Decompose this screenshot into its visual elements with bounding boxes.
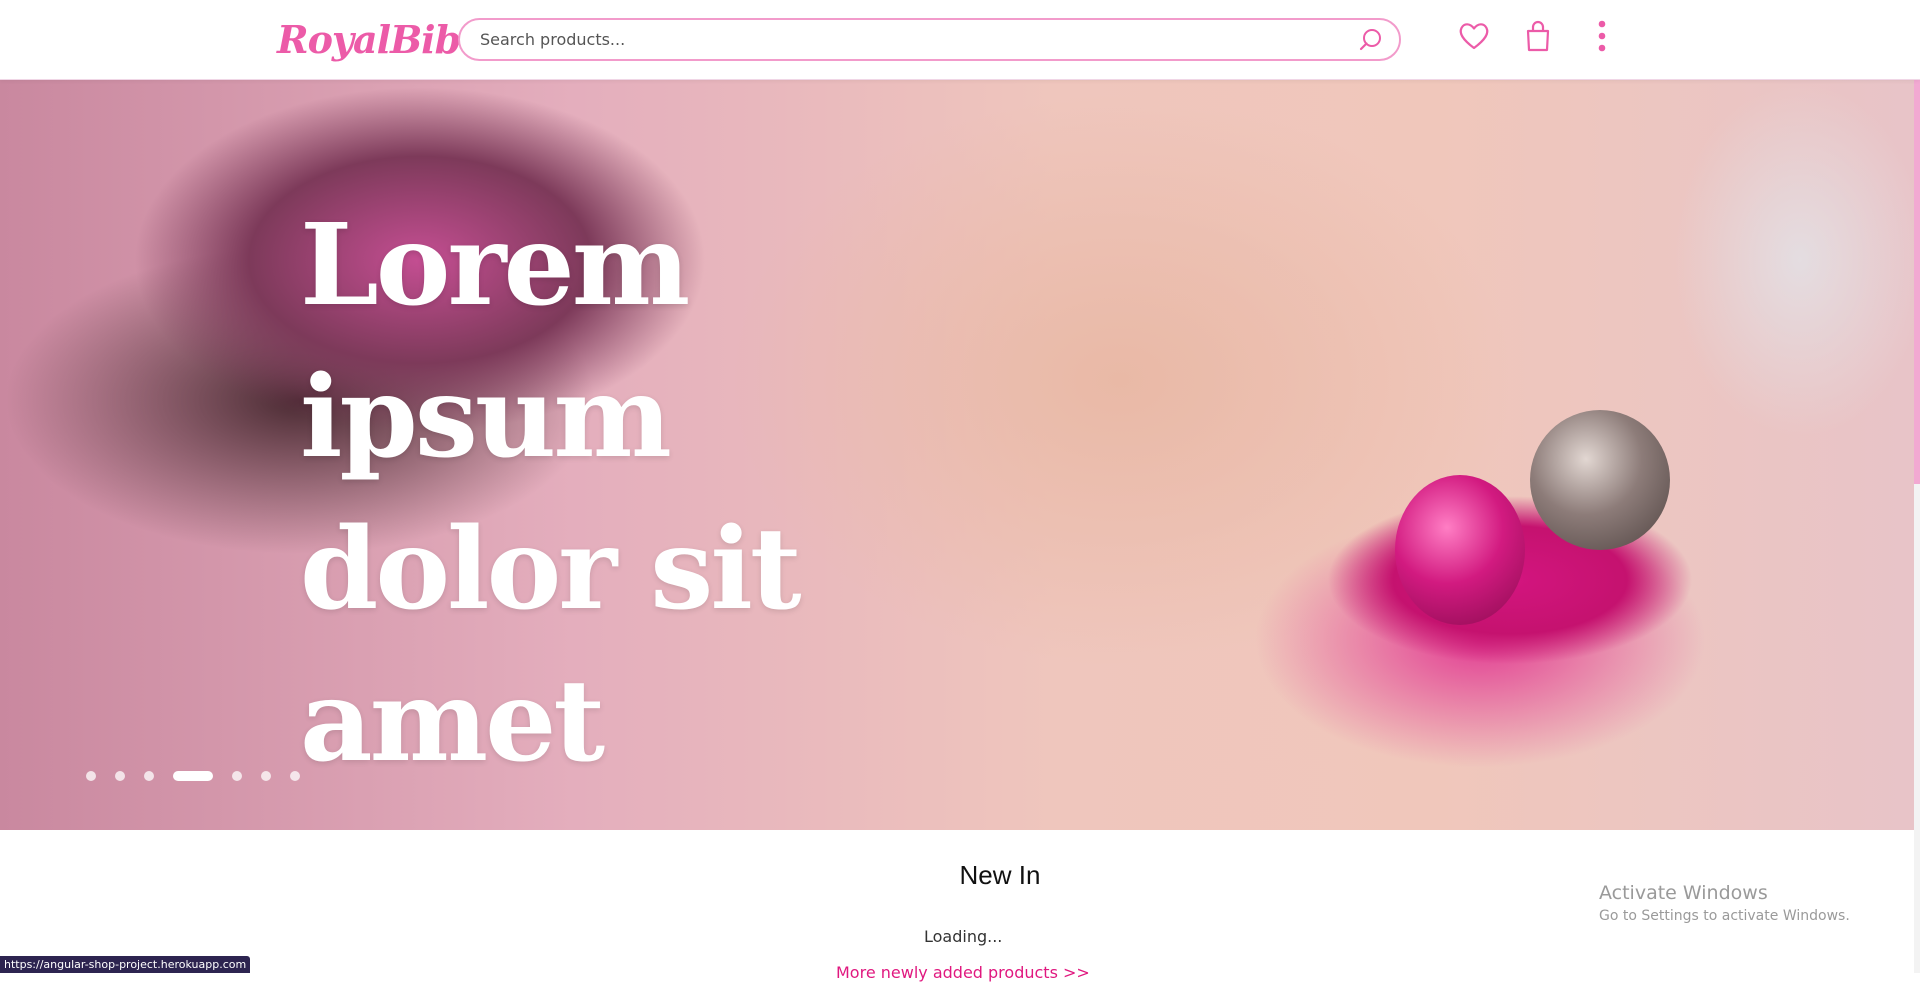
carousel-dot[interactable] xyxy=(86,771,96,781)
hero-image-bead xyxy=(1530,410,1670,550)
carousel-dot[interactable] xyxy=(115,771,125,781)
site-logo[interactable]: RoyalBiba xyxy=(277,14,485,66)
scrollbar-track[interactable] xyxy=(1914,0,1920,973)
carousel-dot[interactable] xyxy=(261,771,271,781)
status-bar-url: https://angular-shop-project.herokuapp.c… xyxy=(0,956,251,973)
search-button[interactable] xyxy=(1357,26,1385,54)
hero-title: Lorem ipsum dolor sit amet xyxy=(300,200,802,787)
more-menu-button[interactable] xyxy=(1586,18,1622,54)
windows-activation-watermark: Activate Windows Go to Settings to activ… xyxy=(1599,880,1850,926)
cart-button[interactable] xyxy=(1520,18,1556,54)
carousel-dot[interactable] xyxy=(290,771,300,781)
site-header: RoyalBiba xyxy=(0,0,1920,80)
shopping-bag-icon xyxy=(1526,20,1550,52)
section-title-text: New In xyxy=(959,860,1041,890)
search-input[interactable] xyxy=(478,20,1318,59)
watermark-title: Activate Windows xyxy=(1599,882,1768,904)
watermark-subtitle: Go to Settings to activate Windows. xyxy=(1599,908,1850,924)
search-icon xyxy=(1359,29,1381,51)
carousel-dot-active[interactable] xyxy=(173,771,213,781)
carousel-dot[interactable] xyxy=(232,771,242,781)
heart-icon xyxy=(1459,23,1489,50)
hero-carousel[interactable]: Lorem ipsum dolor sit amet xyxy=(0,80,1914,830)
carousel-dot[interactable] xyxy=(144,771,154,781)
loading-text: Loading... xyxy=(924,927,1003,946)
carousel-indicators xyxy=(86,770,319,782)
wishlist-button[interactable] xyxy=(1456,18,1492,54)
search-bar xyxy=(458,18,1401,61)
more-vertical-icon xyxy=(1598,20,1606,52)
hero-image-bead xyxy=(1395,475,1525,625)
